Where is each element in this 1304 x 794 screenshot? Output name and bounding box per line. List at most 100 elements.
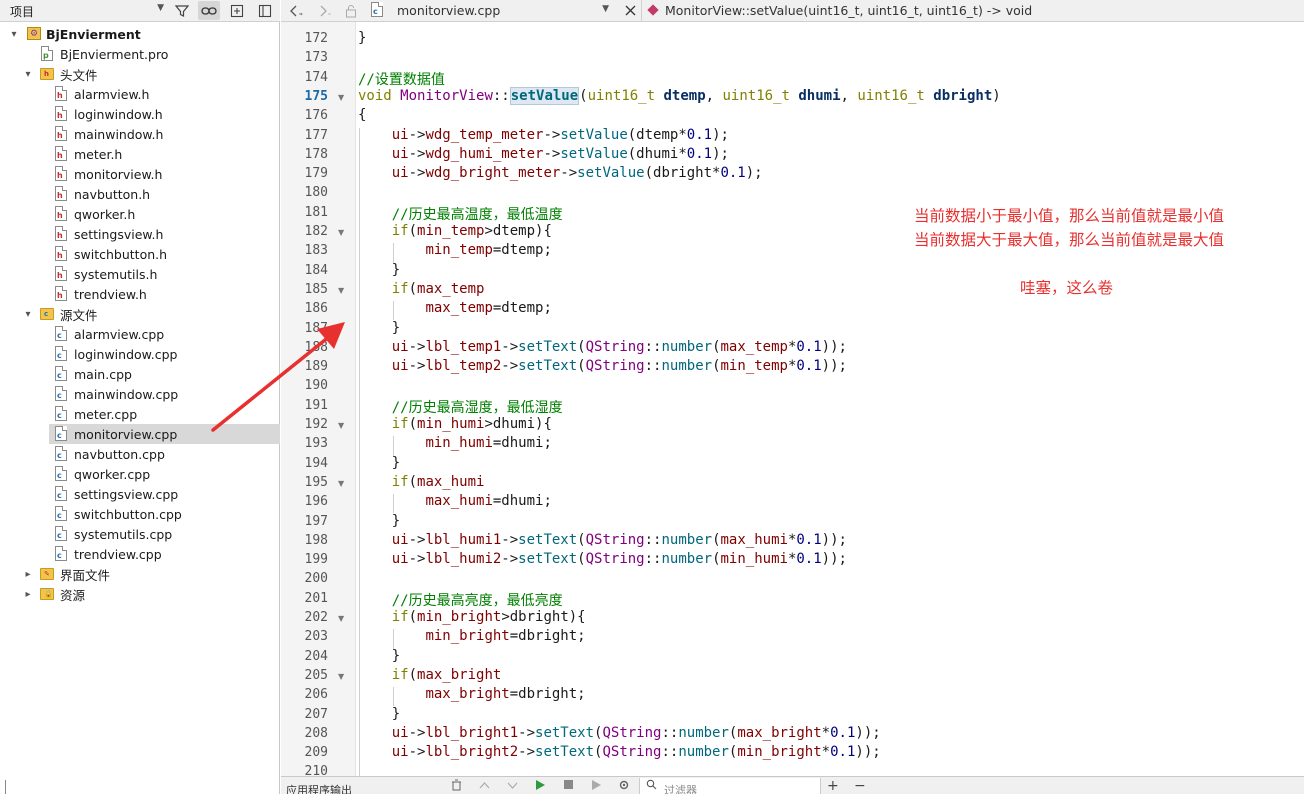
tree-item-headers-folder[interactable]: ▾ h 头文件 [0, 64, 280, 84]
code-line[interactable]: ui->lbl_bright2->setText(QString::number… [358, 744, 881, 760]
line-number: 188 [304, 339, 328, 355]
code-line[interactable]: } [358, 648, 400, 664]
filter-input[interactable]: 过滤器 [639, 778, 821, 794]
tree-item-source[interactable]: c monitorview.cpp [49, 424, 280, 444]
tree-item-sources-folder[interactable]: ▾ c 源文件 [0, 304, 280, 324]
tree-item-header[interactable]: h loginwindow.h [0, 104, 280, 124]
line-number: 194 [304, 455, 328, 471]
tree-item-header[interactable]: h switchbutton.h [0, 244, 280, 264]
tree-item-header[interactable]: h meter.h [0, 144, 280, 164]
tree-item-header[interactable]: h navbutton.h [0, 184, 280, 204]
code-line[interactable]: ui->wdg_temp_meter->setValue(dtemp*0.1); [358, 127, 729, 143]
fold-marker-icon[interactable]: ▼ [338, 672, 344, 681]
close-document-button[interactable] [621, 0, 639, 21]
fold-marker-icon[interactable]: ▼ [338, 228, 344, 237]
code-line[interactable]: void MonitorView::setValue(uint16_t dtem… [358, 86, 1001, 105]
filter-icon[interactable] [171, 1, 193, 20]
arrow-down-icon[interactable] [507, 779, 518, 793]
chevron-down-icon[interactable]: ▾ [23, 309, 33, 320]
code-line[interactable]: } [358, 262, 400, 278]
link-icon[interactable] [198, 1, 220, 20]
code-line[interactable]: { [358, 107, 366, 123]
chevron-down-icon[interactable]: ▾ [9, 29, 19, 40]
code-line[interactable]: ui->lbl_temp1->setText(QString::number(m… [358, 339, 847, 355]
code-line[interactable]: } [358, 320, 400, 336]
forward-arrow-icon[interactable] [317, 1, 333, 21]
code-line[interactable]: if(max_humi [358, 474, 485, 490]
code-line[interactable]: if(max_temp [358, 281, 485, 297]
editor-toolbar: c monitorview.cpp ▼ MonitorView::setValu… [281, 0, 1304, 22]
tree-item-source[interactable]: c alarmview.cpp [0, 324, 280, 344]
fold-marker-icon[interactable]: ▼ [338, 614, 344, 623]
tree-item-header[interactable]: h alarmview.h [0, 84, 280, 104]
fold-marker-icon[interactable]: ▼ [338, 286, 344, 295]
code-line[interactable]: if(min_bright>dbright){ [358, 609, 586, 625]
code-line[interactable]: min_humi=dhumi; [358, 435, 551, 451]
code-line[interactable]: ui->wdg_bright_meter->setValue(dbright*0… [358, 165, 763, 181]
code-line[interactable]: if(max_bright [358, 667, 502, 683]
code-line[interactable]: max_temp=dtemp; [358, 300, 551, 316]
code-line[interactable]: if(min_humi>dhumi){ [358, 416, 552, 432]
tree-item-source[interactable]: c main.cpp [0, 364, 280, 384]
back-arrow-icon[interactable] [289, 1, 305, 21]
chevron-down-icon[interactable]: ▾ [23, 69, 33, 80]
tree-item-header[interactable]: h systemutils.h [0, 264, 280, 284]
fold-marker-icon[interactable]: ▼ [338, 93, 344, 102]
tree-item-source[interactable]: c mainwindow.cpp [0, 384, 280, 404]
tree-item-label: 资源 [60, 587, 86, 603]
code-line[interactable]: ui->lbl_temp2->setText(QString::number(m… [358, 358, 847, 374]
tree-item-source[interactable]: c settingsview.cpp [0, 484, 280, 504]
tree-item-forms-folder[interactable]: ▸ ✎ 界面文件 [0, 564, 280, 584]
code-line[interactable]: ui->lbl_bright1->setText(QString::number… [358, 725, 881, 741]
tree-item-header[interactable]: h settingsview.h [0, 224, 280, 244]
sidebar-toggle-icon[interactable] [254, 1, 276, 20]
tree-item-source[interactable]: c trendview.cpp [0, 544, 280, 564]
tree-item-source[interactable]: c systemutils.cpp [0, 524, 280, 544]
code-line[interactable]: max_humi=dhumi; [358, 493, 551, 509]
tree-item-pro-file[interactable]: p BjEnvierment.pro [0, 44, 280, 64]
trash-icon[interactable] [451, 779, 462, 794]
debug-run-icon[interactable] [591, 779, 602, 794]
code-line[interactable]: ui->lbl_humi1->setText(QString::number(m… [358, 532, 847, 548]
tree-item-source[interactable]: c loginwindow.cpp [0, 344, 280, 364]
project-view-selector[interactable]: 项目 ▼ [0, 0, 168, 21]
tree-item-label: trendview.cpp [74, 546, 162, 562]
add-split-icon[interactable] [226, 1, 248, 20]
tree-item-header[interactable]: h mainwindow.h [0, 124, 280, 144]
tree-item-header[interactable]: h qworker.h [0, 204, 280, 224]
gear-icon[interactable] [618, 779, 630, 794]
code-line[interactable]: //历史最高亮度，最低亮度 [358, 590, 563, 610]
tree-item-source[interactable]: c meter.cpp [0, 404, 280, 424]
fold-marker-icon[interactable]: ▼ [338, 479, 344, 488]
chevron-right-icon[interactable]: ▸ [23, 589, 33, 600]
tree-item-header[interactable]: h monitorview.h [0, 164, 280, 184]
arrow-up-icon[interactable] [479, 779, 490, 793]
indent-guide [393, 629, 394, 649]
code-line[interactable]: min_temp=dtemp; [358, 242, 551, 258]
code-line[interactable]: ui->wdg_humi_meter->setValue(dhumi*0.1); [358, 146, 729, 162]
fold-marker-icon[interactable]: ▼ [338, 421, 344, 430]
tree-item-header[interactable]: h trendview.h [0, 284, 280, 304]
code-editor[interactable]: 172 173 174 175 ▼ 176 177 178 179 180 181 182 ▼ 183 18… [281, 22, 1304, 776]
code-line[interactable]: //历史最高温度，最低温度 [358, 204, 563, 224]
tree-item-source[interactable]: c switchbutton.cpp [0, 504, 280, 524]
tree-item-source[interactable]: c qworker.cpp [0, 464, 280, 484]
stop-icon[interactable] [563, 779, 574, 793]
code-line[interactable]: } [358, 30, 366, 46]
code-line[interactable]: //历史最高湿度，最低湿度 [358, 397, 563, 417]
tree-item-source[interactable]: c navbutton.cpp [0, 444, 280, 464]
code-line[interactable]: } [358, 706, 400, 722]
zoom-in-button[interactable]: + [827, 778, 839, 794]
line-number: 182 [304, 224, 328, 239]
code-line[interactable]: //设置数据值 [358, 69, 445, 89]
chevron-right-icon[interactable]: ▸ [23, 569, 33, 580]
code-line[interactable]: ui->lbl_humi2->setText(QString::number(m… [358, 551, 847, 567]
code-line[interactable]: } [358, 513, 400, 529]
zoom-out-button[interactable]: − [854, 778, 866, 794]
tree-item-resources-folder[interactable]: ▸ 🔒 资源 [0, 584, 280, 604]
open-file-selector[interactable]: c monitorview.cpp ▼ [371, 0, 613, 21]
code-line[interactable]: if(min_temp>dtemp){ [358, 223, 552, 239]
tree-item-project-root[interactable]: ▾ ⚙ BjEnvierment [0, 24, 280, 44]
code-line[interactable]: } [358, 455, 400, 471]
run-icon[interactable] [535, 779, 546, 794]
